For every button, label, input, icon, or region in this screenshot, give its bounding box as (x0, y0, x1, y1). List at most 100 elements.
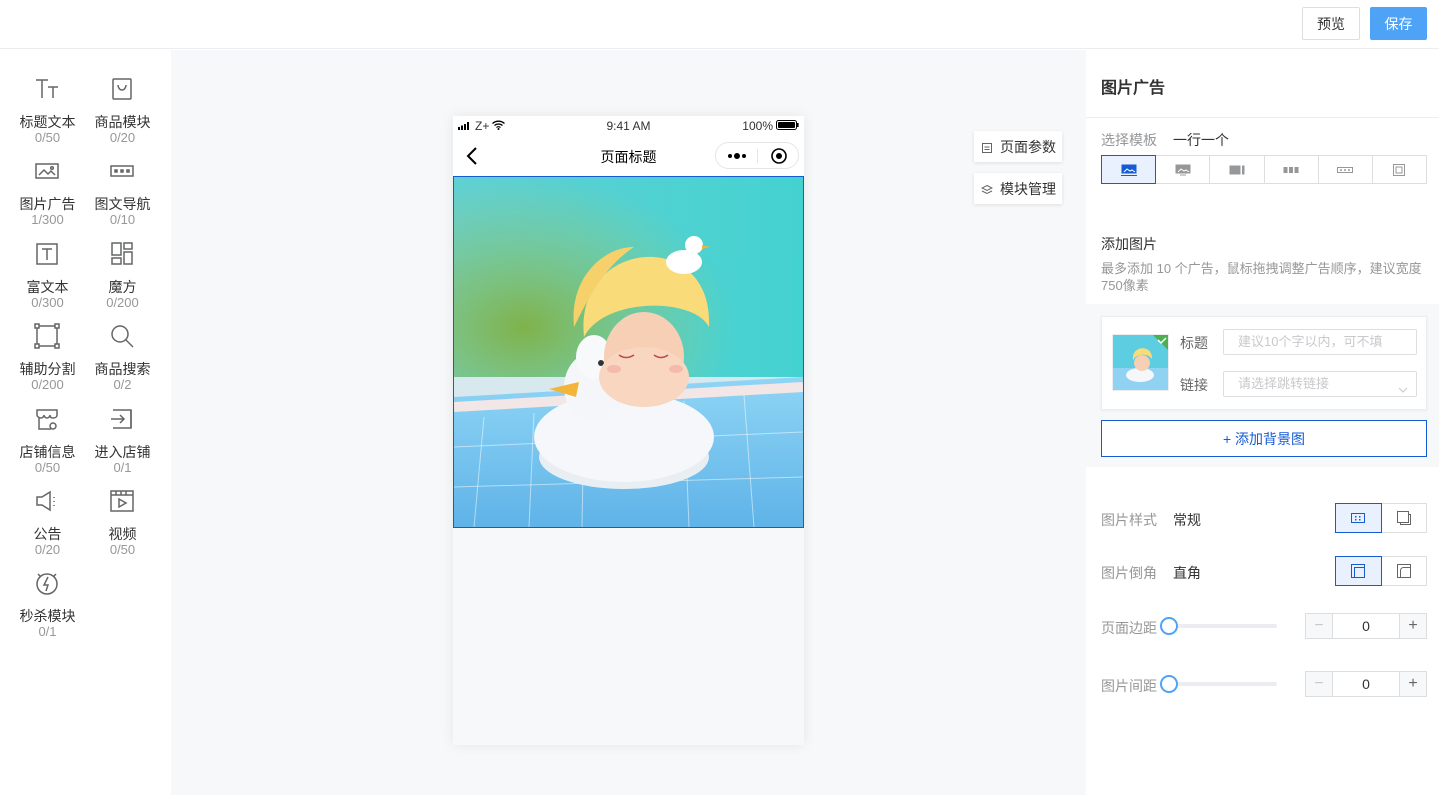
battery-percent: 100% (742, 119, 773, 133)
image-style-label: 图片样式 (1101, 512, 1157, 528)
thumbnail-image (1113, 335, 1168, 390)
template-carousel[interactable] (1156, 156, 1211, 183)
component-cube[interactable]: 魔方 0/200 (85, 215, 160, 310)
module-manage-label: 模块管理 (1000, 180, 1056, 197)
component-label: 秒杀模块 (19, 608, 76, 624)
hotspot-frame-icon (1393, 163, 1406, 176)
template-value: 一行一个 (1173, 132, 1229, 148)
image-gap-decrement[interactable]: − (1306, 672, 1333, 696)
component-video[interactable]: 视频 0/50 (85, 462, 160, 557)
normal-style-icon (1351, 513, 1366, 523)
component-announcement[interactable]: 公告 0/20 (10, 462, 85, 557)
single-image-icon (1120, 164, 1137, 176)
component-divider[interactable]: 辅助分割 0/200 (10, 297, 85, 392)
image-gap-slider-knob[interactable] (1160, 675, 1178, 693)
component-label: 商品搜索 (94, 361, 151, 377)
image-gap-input[interactable]: 0 (1333, 672, 1399, 696)
panel-title: 图片广告 (1101, 80, 1166, 97)
image-style-value: 常规 (1173, 512, 1201, 528)
template-large-small[interactable] (1210, 156, 1265, 183)
page-params-button[interactable]: 页面参数 (974, 131, 1062, 162)
layers-icon (980, 183, 994, 195)
component-label: 辅助分割 (19, 361, 76, 377)
component-goods-search[interactable]: 商品搜索 0/2 (85, 297, 160, 392)
shadow-style-icon (1396, 511, 1411, 525)
component-goods[interactable]: 商品模块 0/20 (85, 50, 160, 145)
component-rich-text[interactable]: 富文本 0/300 (10, 215, 85, 310)
page-margin-slider[interactable] (1160, 617, 1277, 635)
more-dots-icon[interactable] (726, 148, 750, 164)
page-margin-decrement[interactable]: − (1306, 614, 1333, 638)
component-count: 0/1 (38, 624, 57, 639)
component-label: 富文本 (26, 279, 69, 295)
divider-icon (34, 323, 60, 349)
title-text-icon (34, 76, 60, 102)
image-gap-slider[interactable] (1160, 675, 1277, 693)
top-bar: 预览 保存 (0, 0, 1439, 49)
template-one-per-row[interactable] (1101, 155, 1157, 184)
corner-round-option[interactable] (1382, 557, 1427, 585)
page-margin-increment[interactable]: + (1399, 614, 1426, 638)
component-image-nav[interactable]: 图文导航 0/10 (85, 132, 160, 227)
component-label: 店铺信息 (19, 444, 76, 460)
image-corner-label: 图片倒角 (1101, 565, 1157, 581)
add-image-title: 添加图片 (1101, 236, 1157, 252)
component-label: 公告 (33, 526, 62, 542)
title-input[interactable]: 建议10个字以内，可不填 (1223, 329, 1417, 355)
link-field-label: 链接 (1180, 377, 1208, 393)
video-icon (109, 488, 135, 514)
close-target-icon[interactable] (770, 147, 788, 165)
template-label: 选择模板 (1101, 132, 1157, 148)
image-corner-toggle (1335, 556, 1427, 586)
page-margin-slider-knob[interactable] (1160, 617, 1178, 635)
panel-divider (1086, 117, 1439, 118)
component-store-info[interactable]: 店铺信息 0/50 (10, 380, 85, 475)
page-margin-input[interactable]: 0 (1333, 614, 1399, 638)
search-icon (109, 323, 135, 349)
status-bar: Z+ 9:41 AM 100% (453, 116, 804, 136)
template-hotspot[interactable] (1373, 156, 1426, 183)
image-gap-stepper: − 0 + (1305, 671, 1427, 697)
cube-icon (109, 241, 135, 267)
component-label: 商品模块 (94, 114, 151, 130)
image-ad-icon (34, 158, 60, 184)
image-item-card[interactable]: 标题 建议10个字以内，可不填 链接 请选择跳转链接 (1101, 316, 1427, 410)
component-label: 标题文本 (19, 114, 76, 130)
component-label: 视频 (108, 526, 137, 542)
component-image-ad[interactable]: 图片广告 1/300 (10, 132, 85, 227)
page-margin-stepper: − 0 + (1305, 613, 1427, 639)
template-nav-swipe[interactable] (1319, 156, 1373, 183)
shopping-bag-icon (109, 76, 135, 102)
flash-sale-icon (34, 570, 60, 596)
editor-canvas: Z+ 9:41 AM 100% 页面标题 页面参数 模块管理 (171, 50, 1086, 795)
component-title-text[interactable]: 标题文本 0/50 (10, 50, 85, 145)
image-gap-increment[interactable]: + (1399, 672, 1426, 696)
battery-icon (776, 119, 799, 133)
component-label: 魔方 (108, 279, 137, 295)
link-select[interactable]: 请选择跳转链接 (1223, 371, 1417, 397)
corner-square-option[interactable] (1335, 556, 1382, 586)
link-select-placeholder: 请选择跳转链接 (1238, 376, 1330, 391)
rich-text-icon (34, 241, 60, 267)
save-button[interactable]: 保存 (1370, 7, 1427, 40)
square-corner-icon (1351, 564, 1366, 578)
chevron-down-icon (1398, 379, 1408, 393)
style-shadow-option[interactable] (1382, 504, 1427, 532)
add-background-button[interactable]: + 添加背景图 (1101, 420, 1427, 457)
page-margin-label: 页面边距 (1101, 620, 1157, 636)
component-label: 图片广告 (19, 196, 76, 212)
document-icon (981, 141, 993, 153)
component-enter-store[interactable]: 进入店铺 0/1 (85, 380, 160, 475)
image-ad-block[interactable] (453, 176, 804, 528)
style-normal-option[interactable] (1335, 503, 1382, 533)
template-swipe[interactable] (1265, 156, 1319, 183)
image-nav-icon (109, 158, 135, 184)
preview-button[interactable]: 预览 (1302, 7, 1360, 40)
enter-store-icon (109, 406, 135, 432)
settings-panel: 图片广告 选择模板 一行一个 添加图片 最多添加 10 个广告，鼠标拖拽调整广告… (1086, 50, 1439, 795)
component-count: 0/50 (109, 542, 136, 557)
module-manage-button[interactable]: 模块管理 (974, 173, 1062, 204)
image-gap-label: 图片间距 (1101, 678, 1157, 694)
component-flash-sale[interactable]: 秒杀模块 0/1 (10, 544, 85, 639)
image-thumbnail[interactable] (1112, 334, 1169, 391)
